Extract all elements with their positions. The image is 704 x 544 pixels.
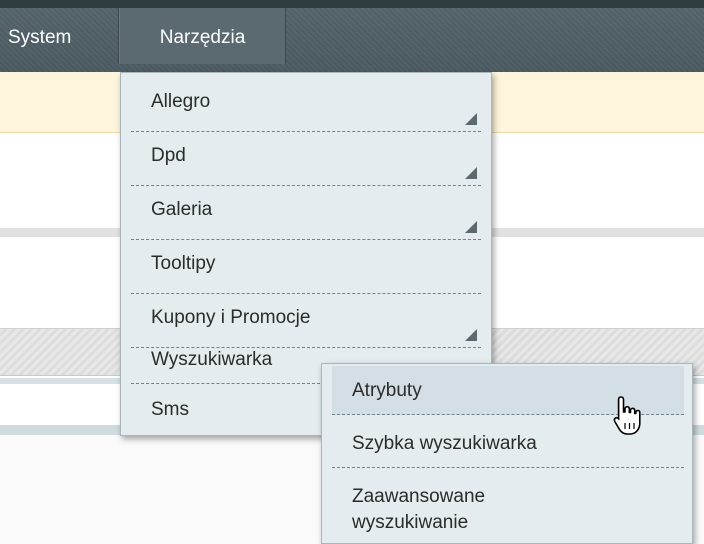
submenu-indicator-icon xyxy=(465,221,477,233)
menu-item-allegro[interactable]: Allegro xyxy=(131,77,481,132)
menu-item-label: Wyszukiwarka xyxy=(151,349,273,370)
submenu-item-label: Atrybuty xyxy=(352,380,422,401)
submenu-indicator-icon xyxy=(465,329,477,341)
menu-item-label: Dpd xyxy=(151,145,186,166)
nav-item-narzedzia[interactable]: Narzędzia xyxy=(119,8,286,64)
submenu-item-label: Zaawansowane wyszukiwanie xyxy=(352,486,486,533)
menu-item-dpd[interactable]: Dpd xyxy=(131,131,481,186)
menu-item-label: Galeria xyxy=(151,199,213,220)
menu-item-label: Sms xyxy=(151,399,189,420)
menu-item-tooltipy[interactable]: Tooltipy xyxy=(131,239,481,294)
submenu-item-label: Szybka wyszukiwarka xyxy=(352,433,537,454)
menu-item-galeria[interactable]: Galeria xyxy=(131,185,481,240)
menu-item-kupony-i-promocje[interactable]: Kupony i Promocje xyxy=(131,293,481,348)
submenu-indicator-icon xyxy=(465,113,477,125)
menu-item-label: Tooltipy xyxy=(151,253,216,274)
hand-pointer-icon xyxy=(613,396,641,435)
menu-item-label: Allegro xyxy=(151,91,211,112)
wyszukiwarka-submenu: Atrybuty Szybka wyszukiwarka Zaawansowan… xyxy=(321,363,693,544)
submenu-item-zaawansowane-wyszukiwanie[interactable]: Zaawansowane wyszukiwanie xyxy=(332,468,684,544)
nav-item-system[interactable]: System xyxy=(8,8,119,64)
submenu-indicator-icon xyxy=(465,167,477,179)
menu-item-label: Kupony i Promocje xyxy=(151,307,311,328)
